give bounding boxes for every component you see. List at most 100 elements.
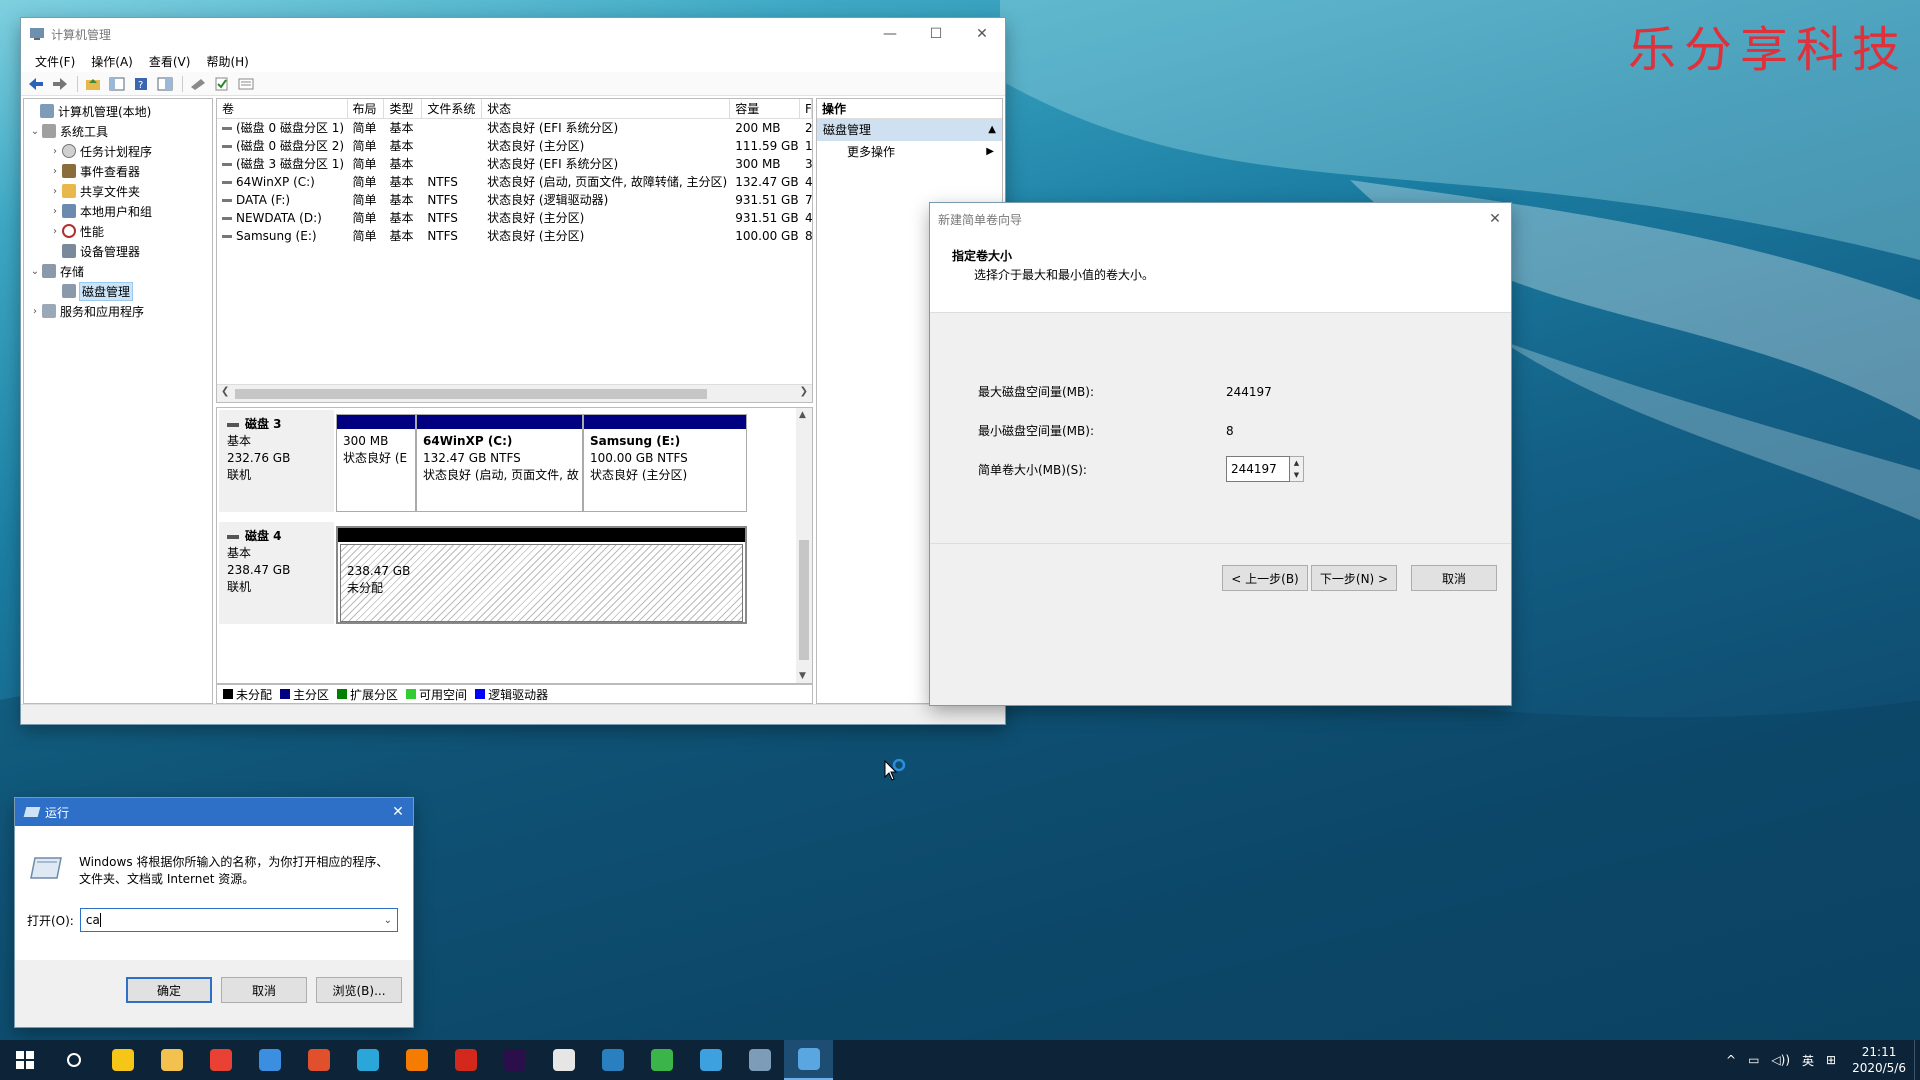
taskbar-media-player-button[interactable] [343, 1040, 392, 1080]
expand-arrow-icon[interactable]: › [48, 186, 62, 197]
table-row[interactable]: NEWDATA (D:) 简单 基本 NTFS 状态良好 (主分区) 931.51 GB 4 [217, 209, 812, 227]
taskbar-camera-app-button[interactable] [588, 1040, 637, 1080]
taskbar-wechat-button[interactable] [637, 1040, 686, 1080]
close-button[interactable]: ✕ [383, 798, 413, 826]
taskbar-premiere-button[interactable] [490, 1040, 539, 1080]
minimize-button[interactable]: — [867, 18, 913, 50]
column-header-layout[interactable]: 布局 [348, 99, 385, 118]
expand-arrow-icon[interactable]: › [28, 306, 42, 317]
check-icon[interactable] [211, 74, 233, 94]
disk-3-info[interactable]: 磁盘 3 基本 232.76 GB 联机 [219, 410, 334, 512]
close-button[interactable]: ✕ [1479, 203, 1511, 235]
taskbar-video-app-button[interactable] [686, 1040, 735, 1080]
partition-c[interactable]: 64WinXP (C:) 132.47 GB NTFS 状态良好 (启动, 页面文件… [416, 414, 583, 512]
scrollbar-thumb[interactable] [799, 540, 809, 660]
ok-button[interactable]: 确定 [126, 977, 212, 1003]
mmc-titlebar[interactable]: 计算机管理 — ☐ ✕ [21, 18, 1005, 50]
taskbar-music-app-button[interactable] [539, 1040, 588, 1080]
next-button[interactable]: 下一步(N) > [1311, 565, 1397, 591]
menu-help[interactable]: 帮助(H) [198, 53, 256, 70]
column-header-capacity[interactable]: 容量 [730, 99, 801, 118]
properties-icon[interactable] [154, 74, 176, 94]
column-header-type[interactable]: 类型 [384, 99, 423, 118]
wizard-titlebar[interactable]: 新建简单卷向导 ✕ [930, 203, 1511, 235]
partition-e[interactable]: Samsung (E:) 100.00 GB NTFS 状态良好 (主分区) [583, 414, 747, 512]
collapse-up-icon[interactable]: ▲ [988, 119, 996, 141]
menu-view[interactable]: 查看(V) [141, 53, 199, 70]
back-arrow-icon[interactable] [25, 74, 47, 94]
close-button[interactable]: ✕ [959, 18, 1005, 50]
expand-arrow-icon[interactable]: › [48, 166, 62, 177]
tree-item-performance[interactable]: › 性能 [24, 221, 212, 241]
cancel-button[interactable]: 取消 [221, 977, 307, 1003]
run-command-input[interactable]: ca ⌄ [79, 908, 398, 932]
show-hide-tree-icon[interactable] [106, 74, 128, 94]
table-row[interactable]: Samsung (E:) 简单 基本 NTFS 状态良好 (主分区) 100.00 GB 8 [217, 227, 812, 245]
partition-efi[interactable]: 300 MB 状态良好 (E [336, 414, 416, 512]
partition-unallocated[interactable]: 238.47 GB 未分配 [336, 526, 747, 624]
taskbar-chrome-button[interactable] [196, 1040, 245, 1080]
tree-item-event-viewer[interactable]: › 事件查看器 [24, 161, 212, 181]
ime-mode-icon[interactable]: ⊞ [1826, 1053, 1836, 1067]
menu-action[interactable]: 操作(A) [83, 53, 141, 70]
tree-item-system-tools[interactable]: ⌄ 系统工具 [24, 121, 212, 141]
tree-item-shared-folders[interactable]: › 共享文件夹 [24, 181, 212, 201]
back-button[interactable]: < 上一步(B) [1222, 565, 1308, 591]
start-button[interactable] [0, 1040, 49, 1080]
tree-item-task-scheduler[interactable]: › 任务计划程序 [24, 141, 212, 161]
scroll-up-icon[interactable]: ▲ [799, 410, 806, 420]
spin-up-icon[interactable]: ▲ [1290, 457, 1303, 469]
forward-arrow-icon[interactable] [49, 74, 71, 94]
column-header-status[interactable]: 状态 [482, 99, 731, 118]
horizontal-scrollbar[interactable]: ❮ ❯ [217, 384, 812, 402]
browse-button[interactable]: 浏览(B)... [316, 977, 402, 1003]
disk-4-info[interactable]: 磁盘 4 基本 238.47 GB 联机 [219, 522, 334, 624]
column-header-free[interactable]: F [800, 99, 812, 118]
taskbar-pdf-reader-button[interactable] [441, 1040, 490, 1080]
tree-item-local-users[interactable]: › 本地用户和组 [24, 201, 212, 221]
taskbar-note-app-button[interactable] [98, 1040, 147, 1080]
volume-size-input[interactable]: 244197 [1226, 456, 1290, 482]
disk-icon[interactable] [187, 74, 209, 94]
tree-item-disk-management[interactable]: 磁盘管理 [24, 281, 212, 301]
list-view-icon[interactable] [235, 74, 257, 94]
taskbar-mail-app-button[interactable] [245, 1040, 294, 1080]
expand-arrow-icon[interactable]: › [48, 226, 62, 237]
column-header-volume[interactable]: 卷 [217, 99, 348, 118]
taskbar-browser-button[interactable] [392, 1040, 441, 1080]
clock[interactable]: 21:11 2020/5/6 [1852, 1044, 1906, 1076]
table-row[interactable]: (磁盘 0 磁盘分区 1) 简单 基本 状态良好 (EFI 系统分区) 200 MB 2 [217, 119, 812, 137]
taskbar-file-explorer-button[interactable] [147, 1040, 196, 1080]
table-row[interactable]: DATA (F:) 简单 基本 NTFS 状态良好 (逻辑驱动器) 931.51 GB 7 [217, 191, 812, 209]
expand-arrow-icon[interactable]: ⌄ [28, 266, 42, 277]
tray-overflow-icon[interactable]: ^ [1726, 1053, 1736, 1067]
expand-arrow-icon[interactable]: ⌄ [28, 126, 42, 137]
up-folder-icon[interactable] [82, 74, 104, 94]
help-icon[interactable]: ? [130, 74, 152, 94]
run-titlebar[interactable]: 运行 ✕ [15, 798, 413, 826]
scroll-right-icon[interactable]: ❯ [800, 386, 808, 397]
tree-item-services-apps[interactable]: › 服务和应用程序 [24, 301, 212, 321]
scrollbar-thumb[interactable] [235, 389, 707, 399]
table-row[interactable]: (磁盘 3 磁盘分区 1) 简单 基本 状态良好 (EFI 系统分区) 300 MB 3 [217, 155, 812, 173]
table-row[interactable]: (磁盘 0 磁盘分区 2) 简单 基本 状态良好 (主分区) 111.59 GB 1 [217, 137, 812, 155]
spin-down-icon[interactable]: ▼ [1290, 469, 1303, 481]
taskbar-search-button[interactable] [49, 1040, 98, 1080]
expand-arrow-icon[interactable]: › [48, 206, 62, 217]
taskbar-office-tiles-button[interactable] [294, 1040, 343, 1080]
chevron-down-icon[interactable]: ⌄ [379, 915, 397, 926]
taskbar-run-dialog-button[interactable] [784, 1040, 833, 1080]
vertical-scrollbar[interactable]: ▲ ▼ [796, 408, 812, 683]
action-more-actions[interactable]: 更多操作 ▶ [817, 141, 1002, 163]
network-icon[interactable]: ▭ [1748, 1053, 1759, 1067]
volume-icon[interactable]: ◁)) [1771, 1053, 1790, 1067]
action-disk-management[interactable]: 磁盘管理 ▲ [817, 119, 1002, 141]
tree-item-device-manager[interactable]: 设备管理器 [24, 241, 212, 261]
ime-indicator[interactable]: 英 [1802, 1052, 1814, 1069]
scroll-down-icon[interactable]: ▼ [799, 671, 806, 681]
maximize-button[interactable]: ☐ [913, 18, 959, 50]
tree-item-storage[interactable]: ⌄ 存储 [24, 261, 212, 281]
table-row[interactable]: 64WinXP (C:) 简单 基本 NTFS 状态良好 (启动, 页面文件, 故障转储… [217, 173, 812, 191]
cancel-button[interactable]: 取消 [1411, 565, 1497, 591]
column-header-filesystem[interactable]: 文件系统 [422, 99, 483, 118]
